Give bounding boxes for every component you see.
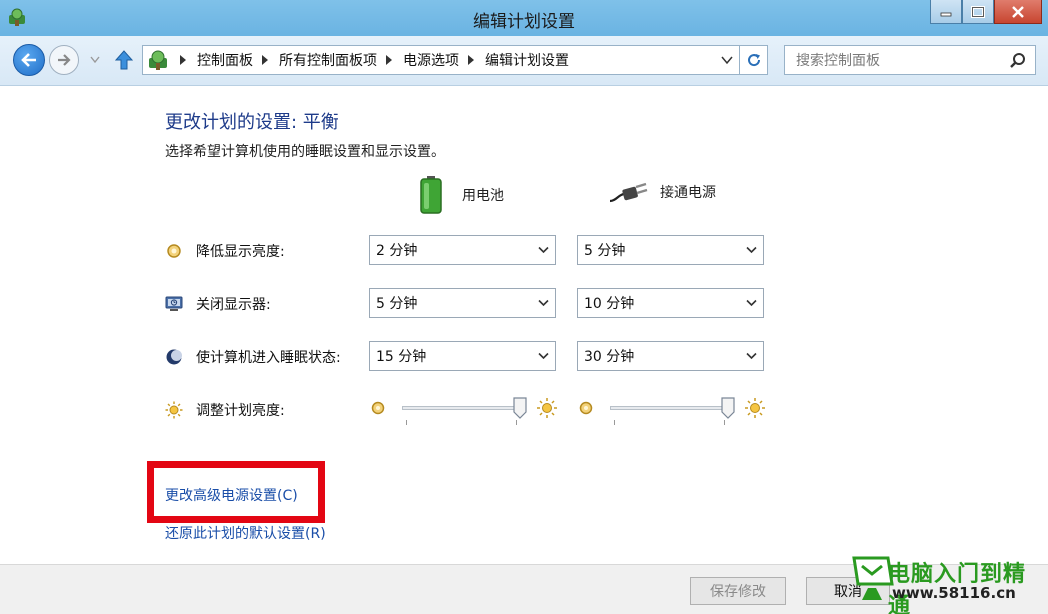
recent-pages-button[interactable]: [88, 52, 102, 66]
page-title: 更改计划的设置: 平衡: [165, 112, 339, 133]
turn-off-display-battery-select[interactable]: 5 分钟: [369, 288, 556, 318]
navigation-bar: 控制面板 所有控制面板项 电源选项 编辑计划设置 搜索控制面板: [0, 36, 1048, 86]
power-plug-icon: [609, 182, 648, 203]
arrow-right-icon: [58, 54, 71, 66]
brightness-sun-icon: [165, 401, 183, 419]
chevron-down-icon: [538, 246, 549, 254]
dim-brightness-icon: [371, 401, 385, 415]
breadcrumb-control-panel[interactable]: 控制面板: [197, 50, 253, 70]
slider-tick: [724, 420, 725, 425]
setting-row-brightness: 调整计划亮度:: [165, 394, 785, 426]
forward-button[interactable]: [49, 45, 79, 75]
minimize-icon: [940, 12, 952, 16]
slider-tick: [614, 420, 615, 425]
select-value: 2 分钟: [376, 243, 418, 259]
column-label-battery: 用电池: [462, 188, 504, 204]
search-input[interactable]: 搜索控制面板: [796, 50, 880, 70]
address-history-chevron-icon[interactable]: [721, 55, 733, 65]
chevron-down-icon: [538, 299, 549, 307]
sleep-battery-select[interactable]: 15 分钟: [369, 341, 556, 371]
close-button[interactable]: [994, 0, 1042, 24]
setting-label: 关闭显示器:: [196, 297, 271, 313]
control-panel-icon: [149, 50, 167, 70]
refresh-icon: [747, 54, 760, 67]
minimize-button[interactable]: [930, 0, 962, 24]
dim-display-icon: [167, 244, 181, 258]
dim-display-battery-select[interactable]: 2 分钟: [369, 235, 556, 265]
search-box[interactable]: 搜索控制面板: [784, 45, 1036, 75]
select-value: 15 分钟: [376, 349, 427, 365]
restore-defaults-link[interactable]: 还原此计划的默认设置(R): [165, 523, 326, 543]
breadcrumb-all-items[interactable]: 所有控制面板项: [279, 50, 377, 70]
arrow-left-icon: [21, 53, 36, 67]
dim-display-plugged-select[interactable]: 5 分钟: [577, 235, 764, 265]
slider-track[interactable]: [402, 406, 520, 410]
select-value: 5 分钟: [584, 243, 626, 259]
breadcrumb-edit-plan[interactable]: 编辑计划设置: [485, 50, 569, 70]
refresh-button[interactable]: [740, 45, 768, 75]
save-changes-button[interactable]: 保存修改: [690, 577, 786, 605]
content-area: 更改计划的设置: 平衡 选择希望计算机使用的睡眠设置和显示设置。 用电池 接通电…: [0, 87, 1048, 564]
bright-sun-icon: [745, 398, 765, 418]
dim-brightness-icon: [579, 401, 593, 415]
select-value: 10 分钟: [584, 296, 635, 312]
column-label-plugged-in: 接通电源: [660, 185, 716, 201]
chevron-down-icon: [90, 56, 100, 63]
setting-label: 调整计划亮度:: [196, 403, 285, 419]
brightness-battery-slider[interactable]: [370, 390, 557, 426]
chevron-down-icon: [538, 352, 549, 360]
slider-tick: [516, 420, 517, 425]
battery-icon: [420, 176, 442, 214]
chevron-down-icon: [746, 299, 757, 307]
breadcrumb-separator-icon: [386, 55, 392, 65]
setting-label: 使计算机进入睡眠状态:: [196, 350, 341, 366]
back-button[interactable]: [13, 44, 45, 76]
breadcrumb-power-options[interactable]: 电源选项: [403, 50, 459, 70]
setting-row-turn-off-display: 关闭显示器: 5 分钟 10 分钟: [165, 288, 785, 320]
brightness-plugged-slider[interactable]: [578, 390, 765, 426]
bright-sun-icon: [537, 398, 557, 418]
maximize-button[interactable]: [962, 0, 994, 24]
monitor-off-icon: [165, 296, 183, 311]
slider-thumb[interactable]: [513, 397, 527, 419]
watermark: 电脑入门到精通 www.58116.cn: [848, 554, 1048, 614]
column-header-plugged-in: 接通电源: [608, 179, 716, 205]
setting-row-dim-display: 降低显示亮度: 2 分钟 5 分钟: [165, 235, 785, 267]
column-header-battery: 用电池: [418, 175, 504, 215]
up-button[interactable]: [112, 47, 136, 73]
page-subtitle: 选择希望计算机使用的睡眠设置和显示设置。: [165, 144, 445, 160]
sleep-moon-icon: [166, 349, 182, 365]
select-value: 30 分钟: [584, 349, 635, 365]
maximize-icon: [971, 5, 985, 18]
breadcrumb-separator-icon: [180, 55, 186, 65]
watermark-url: www.58116.cn: [892, 584, 1016, 602]
select-value: 5 分钟: [376, 296, 418, 312]
chevron-down-icon: [746, 246, 757, 254]
highlight-annotation-box: [147, 461, 325, 523]
arrow-up-icon: [114, 50, 134, 70]
title-bar: 编辑计划设置: [0, 0, 1048, 36]
turn-off-display-plugged-select[interactable]: 10 分钟: [577, 288, 764, 318]
close-icon: [1012, 5, 1024, 18]
slider-tick: [406, 420, 407, 425]
slider-track[interactable]: [610, 406, 728, 410]
setting-label: 降低显示亮度:: [196, 244, 285, 260]
slider-thumb[interactable]: [721, 397, 735, 419]
address-bar[interactable]: 控制面板 所有控制面板项 电源选项 编辑计划设置: [142, 45, 740, 75]
search-icon[interactable]: [1009, 52, 1027, 70]
setting-row-sleep: 使计算机进入睡眠状态: 15 分钟 30 分钟: [165, 341, 785, 373]
sleep-plugged-select[interactable]: 30 分钟: [577, 341, 764, 371]
breadcrumb-separator-icon: [468, 55, 474, 65]
window-title: 编辑计划设置: [473, 12, 575, 32]
breadcrumb-separator-icon: [262, 55, 268, 65]
chevron-down-icon: [746, 352, 757, 360]
